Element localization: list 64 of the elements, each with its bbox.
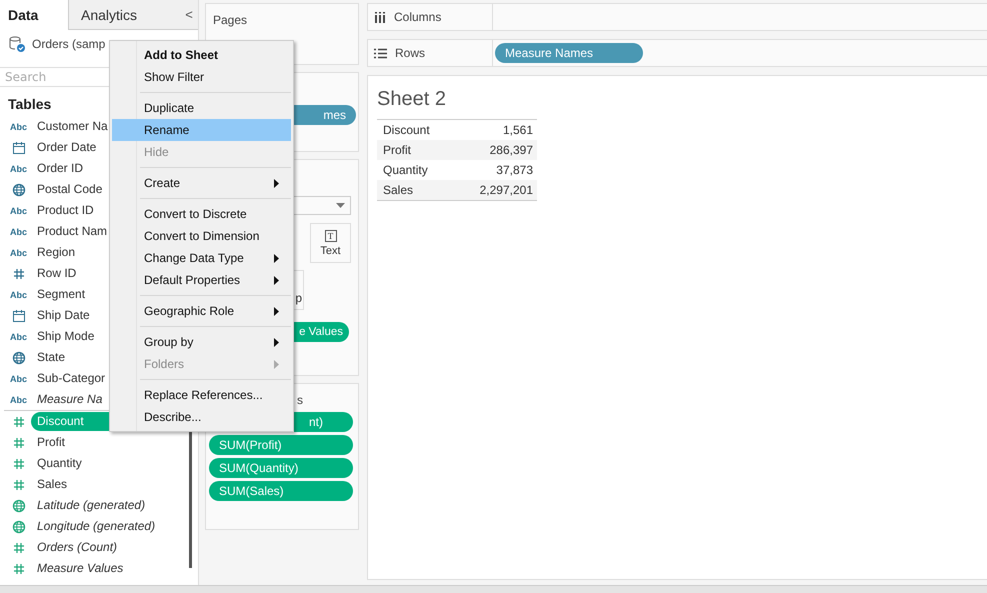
- card-title: Pages: [212, 12, 248, 27]
- field-item[interactable]: Customer Na: [37, 117, 108, 136]
- card-title: s: [297, 392, 303, 407]
- database-icon: [8, 35, 26, 53]
- section-title: Tables: [8, 96, 52, 114]
- string-type-icon: Abc: [10, 226, 30, 236]
- collapse-button[interactable]: <: [180, 0, 198, 30]
- caret-icon: [336, 202, 345, 208]
- columns-icon: [374, 11, 386, 23]
- table-cell: Discount: [383, 123, 430, 137]
- field-item[interactable]: Sales: [37, 475, 68, 494]
- string-type-icon: Abc: [10, 290, 30, 300]
- sheet-title: Sheet 2: [377, 88, 447, 111]
- field-item[interactable]: Profit: [37, 433, 66, 452]
- field-item[interactable]: Region: [37, 243, 76, 262]
- field-item[interactable]: Order Date: [37, 138, 96, 157]
- string-type-icon: Abc: [10, 332, 30, 342]
- field-item[interactable]: Measure Values: [37, 559, 124, 578]
- string-type-icon: Abc: [10, 206, 30, 216]
- table-cell: Profit: [383, 143, 412, 157]
- field-item[interactable]: Measure Na: [37, 390, 102, 409]
- field-item[interactable]: Latitude (generated): [37, 496, 146, 515]
- field-item[interactable]: Postal Code: [37, 180, 102, 199]
- field-item[interactable]: Ship Date: [37, 306, 90, 325]
- menu-item[interactable]: Replace References...: [112, 384, 291, 406]
- table-cell: 1,561: [502, 123, 533, 137]
- field-item[interactable]: Orders (Count): [37, 538, 118, 557]
- rows-icon: [374, 48, 387, 58]
- menu-item[interactable]: Show Filter: [112, 66, 291, 88]
- menu-item[interactable]: Default Properties: [112, 269, 291, 291]
- menu-item[interactable]: Convert to Dimension: [112, 225, 291, 247]
- field-item[interactable]: Row ID: [37, 264, 76, 283]
- menu-item[interactable]: Change Data Type: [112, 247, 291, 269]
- table-cell: 2,297,201: [480, 183, 533, 197]
- string-type-icon: Abc: [10, 248, 30, 258]
- field-item[interactable]: Sub-Categor: [37, 369, 106, 388]
- search-field[interactable]: Search: [0, 67, 110, 87]
- shelf-label: Columns: [394, 10, 442, 24]
- string-type-icon: Abc: [10, 374, 30, 384]
- shelf-label: Rows: [395, 46, 426, 60]
- table-cell: 37,873: [496, 163, 533, 177]
- field-item[interactable]: Quantity: [37, 454, 82, 473]
- table-cell: Quantity: [383, 163, 428, 177]
- field-item[interactable]: State: [37, 348, 66, 367]
- menu-item[interactable]: Geographic Role: [112, 300, 291, 322]
- pane-tab[interactable]: Analytics: [68, 0, 180, 30]
- field-item[interactable]: Longitude (generated): [37, 517, 156, 536]
- menu-item[interactable]: Rename: [112, 119, 291, 141]
- text-mark-button[interactable]: T Text: [310, 223, 351, 263]
- menu-item[interactable]: Add to Sheet: [112, 44, 291, 66]
- text-icon: T: [324, 230, 336, 242]
- data-source-name[interactable]: Orders (samp: [32, 37, 106, 51]
- menu-item[interactable]: Convert to Discrete: [112, 203, 291, 225]
- table-cell: Sales: [383, 183, 414, 197]
- menu-item[interactable]: Create: [112, 172, 291, 194]
- field-item[interactable]: Segment: [37, 285, 86, 304]
- field-item[interactable]: Ship Mode: [37, 327, 94, 346]
- field-item[interactable]: Order ID: [37, 159, 84, 178]
- string-type-icon: Abc: [10, 122, 30, 132]
- field-item[interactable]: Product Nam: [37, 222, 108, 241]
- table-cell: 286,397: [490, 143, 533, 157]
- field-item[interactable]: Product ID: [37, 201, 94, 220]
- string-type-icon: Abc: [10, 164, 30, 174]
- string-type-icon: Abc: [10, 394, 30, 404]
